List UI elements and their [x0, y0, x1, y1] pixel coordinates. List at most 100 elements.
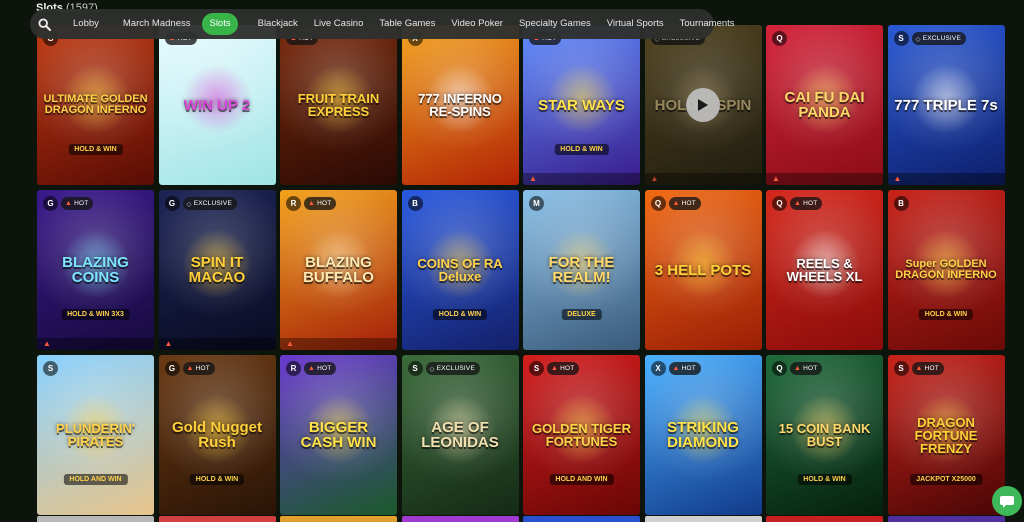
game-tile-partial[interactable]	[644, 516, 762, 522]
game-subtitle: HOLD & WIN 3X3	[61, 309, 130, 320]
provider-icon: G	[164, 361, 180, 376]
game-tile[interactable]: ▲HOTFRUIT TRAIN EXPRESS	[280, 25, 397, 185]
game-tile[interactable]: S ◇ EXCLUSIVE 777 TRIPLE 7s ▲	[887, 25, 1005, 185]
game-tile[interactable]: ◇EXCLUSIVEHOLD & SPIN▲	[644, 25, 762, 185]
hot-badge: ▲HOT	[304, 362, 337, 375]
nav-item-blackjack[interactable]: Blackjack	[250, 13, 306, 35]
tile-footer: ▲	[887, 173, 1005, 185]
nav-item-virtual-sports[interactable]: Virtual Sports	[599, 13, 672, 35]
exclusive-badge: ◇EXCLUSIVE	[425, 362, 480, 375]
nav-item-table-games[interactable]: Table Games	[371, 13, 443, 35]
game-tile[interactable]: S PLUNDERIN' PIRATES HOLD AND WIN	[37, 355, 154, 515]
badge-label: HOT	[317, 200, 332, 207]
game-tile[interactable]: Q ▲ HOT REELS & WHEELS XL	[766, 190, 883, 350]
game-title: SPIN IT MACAO	[188, 254, 246, 286]
provider-icon: S	[407, 361, 423, 376]
game-title: 777 TRIPLE 7s	[894, 96, 998, 114]
game-title: REELS & WHEELS XL	[786, 256, 863, 284]
nav-item-video-poker[interactable]: Video Poker	[443, 13, 511, 35]
hot-badge: ▲HOT	[547, 362, 580, 375]
provider-icon: S	[529, 361, 544, 376]
game-tile-partial[interactable]	[766, 516, 883, 522]
category-navbar: Lobby March Madness Slots Blackjack Live Cas…	[30, 9, 735, 39]
provider-icon: Q	[650, 196, 666, 211]
game-tile[interactable]: S ▲ HOT GOLDEN TIGER FORTUNES HOLD AND WIN	[523, 355, 640, 515]
nav-item-march-madness[interactable]: March Madness	[115, 13, 199, 35]
game-tile-partial[interactable]	[37, 516, 154, 522]
chat-button[interactable]	[992, 486, 1022, 516]
nav-item-lobby[interactable]: Lobby	[65, 13, 107, 35]
nav-item-tournaments[interactable]: Tournaments	[672, 13, 743, 35]
nav-item-specialty-games[interactable]: Specialty Games	[511, 13, 599, 35]
game-tile[interactable]: ▲HOTSTAR WAYSHOLD & WIN▲	[523, 25, 640, 185]
game-title: PLUNDERIN' PIRATES	[56, 421, 135, 449]
provider-icon: G	[164, 196, 180, 211]
provider-icon: S	[893, 31, 909, 46]
game-title: 15 COIN BANK BUST	[778, 421, 871, 449]
hot-badge: ▲HOT	[304, 197, 337, 210]
badge-label: HOT	[317, 365, 332, 372]
tile-footer: ▲	[766, 173, 883, 185]
game-tile[interactable]: B Super GOLDEN DRAGON INFERNO HOLD & WIN	[887, 190, 1005, 350]
game-tile[interactable]: M FOR THE REALM! DELUXE	[523, 190, 640, 350]
game-subtitle: HOLD & WIN	[554, 144, 609, 155]
exclusive-badge: ◇EXCLUSIVE	[911, 32, 966, 45]
game-title: CAI FU DAI PANDA	[784, 89, 865, 121]
game-title: FRUIT TRAIN EXPRESS	[297, 91, 380, 119]
game-tile-partial[interactable]	[887, 516, 1005, 522]
badge-label: HOT	[195, 365, 210, 372]
game-tile[interactable]: Q CAI FU DAI PANDA ▲	[766, 25, 883, 185]
game-tile[interactable]: R ▲ HOT BLAZING BUFFALO ▲	[280, 190, 397, 350]
badge-label: HOT	[681, 200, 696, 207]
game-tile-partial[interactable]	[523, 516, 640, 522]
game-tile[interactable]: Q ▲ HOT 3 HELL POTS	[644, 190, 762, 350]
game-tile[interactable]: S ◇ EXCLUSIVE AGE OF LEONIDAS	[401, 355, 519, 515]
flame-icon: ▲	[672, 365, 680, 372]
game-tile[interactable]: G ▲ HOT Gold Nugget Rush HOLD & WIN	[158, 355, 276, 515]
gem-icon: ◇	[915, 35, 921, 43]
play-button[interactable]	[686, 88, 720, 122]
nav-item-slots[interactable]: Slots	[202, 13, 238, 35]
game-subtitle: HOLD & WIN	[432, 309, 488, 320]
game-subtitle: HOLD & WIN	[189, 474, 245, 485]
game-tile[interactable]: S ▲ HOT DRAGON FORTUNE FRENZY JACKPOT X25000	[887, 355, 1005, 515]
game-subtitle: HOLD & WIN	[918, 309, 974, 320]
game-title: Gold Nugget Rush	[172, 419, 262, 451]
game-title: 777 INFERNO RE-SPINS	[418, 91, 502, 119]
badge-label: HOT	[560, 365, 575, 372]
nav-item-live-casino[interactable]: Live Casino	[306, 13, 372, 35]
game-tile[interactable]: X ▲ HOT STRIKING DIAMOND	[644, 355, 762, 515]
game-tile-partial[interactable]	[401, 516, 519, 522]
game-tile[interactable]: GULTIMATE GOLDEN DRAGON INFERNOHOLD & WI…	[37, 25, 154, 185]
game-grid: G ULTIMATE GOLDEN DRAGON INFERNO HOLD & WI…	[37, 25, 1005, 515]
flame-icon: ▲	[529, 174, 537, 183]
game-tile[interactable]: G ◇ EXCLUSIVE SPIN IT MACAO ▲	[158, 190, 276, 350]
game-title: STAR WAYS	[538, 96, 625, 114]
play-icon	[698, 99, 708, 111]
game-tile[interactable]: G ▲ HOT BLAZING COINS HOLD & WIN 3X3 ▲	[37, 190, 154, 350]
hot-badge: ▲HOT	[790, 362, 823, 375]
game-tile-partial[interactable]	[280, 516, 397, 522]
flame-icon: ▲	[308, 200, 316, 207]
game-tile[interactable]: B COINS OF RA Deluxe HOLD & WIN	[401, 190, 519, 350]
hot-badge: ▲HOT	[911, 362, 944, 375]
flame-icon: ▲	[65, 200, 73, 207]
game-title: STRIKING DIAMOND	[667, 419, 739, 451]
game-tile[interactable]: R ▲ HOT BIGGER CASH WIN	[280, 355, 397, 515]
game-tile[interactable]: X777 INFERNO RE-SPINS	[401, 25, 519, 185]
tile-footer: ▲	[158, 338, 276, 350]
provider-icon: Q	[772, 31, 787, 46]
flame-icon: ▲	[551, 365, 559, 372]
provider-icon: X	[650, 361, 666, 376]
flame-icon: ▲	[650, 174, 659, 183]
flame-icon: ▲	[164, 339, 173, 348]
search-icon[interactable]	[38, 15, 51, 33]
badge-label: HOT	[924, 365, 939, 372]
game-grid-next-row	[37, 516, 1005, 522]
provider-icon: M	[529, 196, 544, 211]
game-tile[interactable]: Q ▲ HOT 15 COIN BANK BUST HOLD & WIN	[766, 355, 883, 515]
game-subtitle: HOLD & WIN	[797, 474, 852, 485]
game-tile[interactable]: ▲HOTWIN UP 2	[158, 25, 276, 185]
game-title: BIGGER CASH WIN	[300, 419, 377, 451]
game-tile-partial[interactable]	[158, 516, 276, 522]
